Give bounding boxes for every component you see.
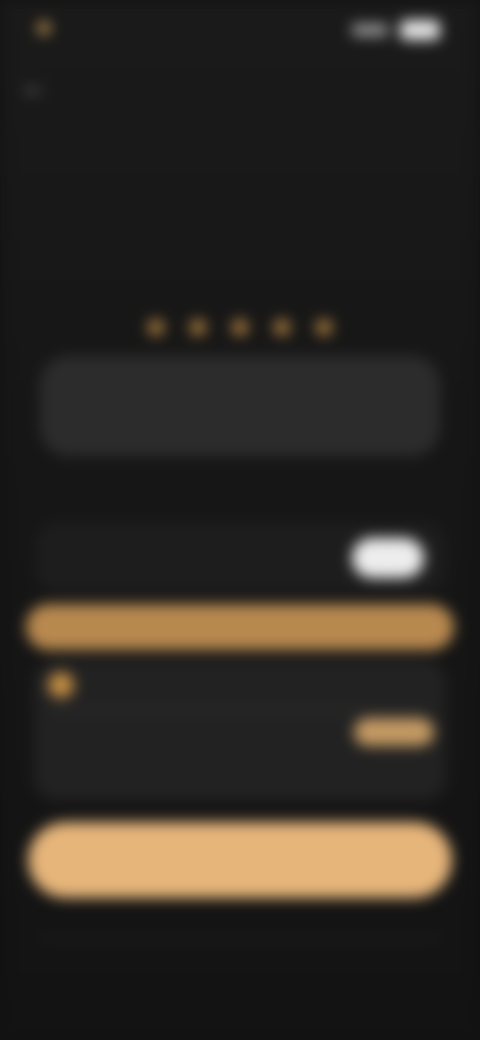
plan-radio-selected-icon[interactable] bbox=[48, 672, 74, 698]
signal-icon bbox=[352, 24, 388, 36]
battery-icon bbox=[400, 20, 440, 40]
plan-option-note bbox=[306, 760, 426, 780]
star-icon: ★ bbox=[310, 311, 338, 344]
star-icon: ★ bbox=[142, 311, 170, 344]
divider bbox=[40, 938, 440, 940]
continue-button[interactable] bbox=[28, 822, 452, 898]
divider bbox=[52, 710, 428, 712]
plan-option-title bbox=[84, 672, 254, 696]
plan-option-card[interactable] bbox=[34, 660, 446, 800]
star-icon: ★ bbox=[268, 311, 296, 344]
plan-option-subtitle bbox=[84, 746, 224, 790]
star-icon: ★ bbox=[184, 311, 212, 344]
plan-option-price bbox=[318, 672, 428, 696]
status-bar bbox=[0, 0, 480, 64]
status-time bbox=[36, 16, 136, 40]
back-arrow-icon[interactable]: ← bbox=[20, 72, 48, 100]
paywall-screen: ← ★ ★ ★ ★ ★ bbox=[0, 0, 480, 1040]
plan-badge bbox=[354, 718, 434, 746]
footer-links[interactable] bbox=[60, 970, 420, 992]
testimonial-author bbox=[150, 470, 330, 490]
status-icons bbox=[342, 18, 452, 44]
offer-banner bbox=[26, 604, 454, 650]
free-trial-toggle-row[interactable] bbox=[36, 522, 446, 592]
free-trial-label bbox=[56, 544, 316, 568]
rating-stars: ★ ★ ★ ★ ★ bbox=[140, 312, 340, 348]
star-icon: ★ bbox=[226, 311, 254, 344]
page-title bbox=[80, 248, 400, 296]
testimonial-text bbox=[40, 356, 440, 456]
free-trial-toggle[interactable] bbox=[352, 538, 424, 578]
